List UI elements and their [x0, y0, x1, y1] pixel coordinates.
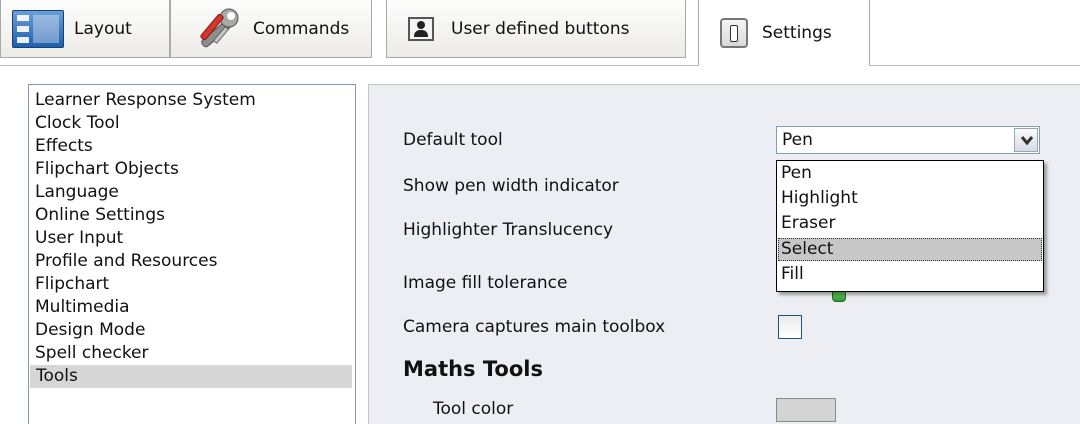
wrench-screwdriver-icon	[193, 4, 247, 54]
category-item[interactable]: Flipchart	[29, 273, 355, 296]
tab-label: User defined buttons	[451, 18, 630, 39]
dropdown-option-highlighted[interactable]: Select	[778, 238, 1042, 261]
default-tool-dropdown-list[interactable]: Pen Highlight Eraser Select Fill	[776, 160, 1044, 292]
category-item[interactable]: User Input	[29, 227, 355, 250]
tab-commands[interactable]: Commands	[170, 0, 372, 58]
category-item[interactable]: Design Mode	[29, 319, 355, 342]
settings-icon	[720, 17, 748, 48]
camera-captures-label: Camera captures main toolbox	[403, 317, 666, 337]
chevron-down-icon	[1020, 136, 1034, 146]
category-item[interactable]: Learner Response System	[29, 89, 355, 112]
category-item[interactable]: Profile and Resources	[29, 250, 355, 273]
category-item[interactable]: Effects	[29, 135, 355, 158]
settings-window: Layout Commands User defined buttons Set…	[0, 0, 1080, 424]
default-tool-value: Pen	[782, 130, 813, 150]
category-list[interactable]: Learner Response System Clock Tool Effec…	[28, 84, 356, 424]
tab-label: Commands	[253, 18, 350, 39]
tab-bar: Layout Commands User defined buttons Set…	[0, 0, 1080, 66]
portrait-icon	[408, 16, 434, 41]
camera-captures-checkbox[interactable]	[778, 315, 802, 339]
tab-user-defined-buttons[interactable]: User defined buttons	[386, 0, 686, 58]
show-pen-width-label: Show pen width indicator	[403, 176, 619, 196]
dropdown-option[interactable]: Pen	[778, 162, 1042, 185]
category-item[interactable]: Clock Tool	[29, 112, 355, 135]
image-fill-tolerance-label: Image fill tolerance	[403, 273, 568, 293]
category-item[interactable]: Multimedia	[29, 296, 355, 319]
dropdown-option[interactable]: Highlight	[778, 187, 1042, 210]
maths-tools-heading: Maths Tools	[403, 357, 543, 381]
tool-color-swatch[interactable]	[776, 398, 836, 422]
highlighter-translucency-label: Highlighter Translucency	[403, 220, 614, 240]
dropdown-option[interactable]: Eraser	[778, 212, 1042, 235]
default-tool-label: Default tool	[403, 130, 503, 150]
dropdown-option[interactable]: Fill	[778, 263, 1042, 286]
category-item[interactable]: Language	[29, 181, 355, 204]
category-item[interactable]: Spell checker	[29, 342, 355, 365]
tab-label: Settings	[762, 22, 832, 43]
tab-layout[interactable]: Layout	[0, 0, 170, 58]
category-item-selected[interactable]: Tools	[30, 365, 352, 388]
category-item[interactable]: Online Settings	[29, 204, 355, 227]
layout-icon	[12, 9, 64, 48]
tool-color-label: Tool color	[433, 399, 514, 419]
tab-settings[interactable]: Settings	[698, 0, 870, 66]
default-tool-select[interactable]: Pen	[776, 126, 1040, 154]
tab-label: Layout	[74, 18, 132, 39]
category-item[interactable]: Flipchart Objects	[29, 158, 355, 181]
dropdown-arrow-button[interactable]	[1014, 128, 1038, 152]
